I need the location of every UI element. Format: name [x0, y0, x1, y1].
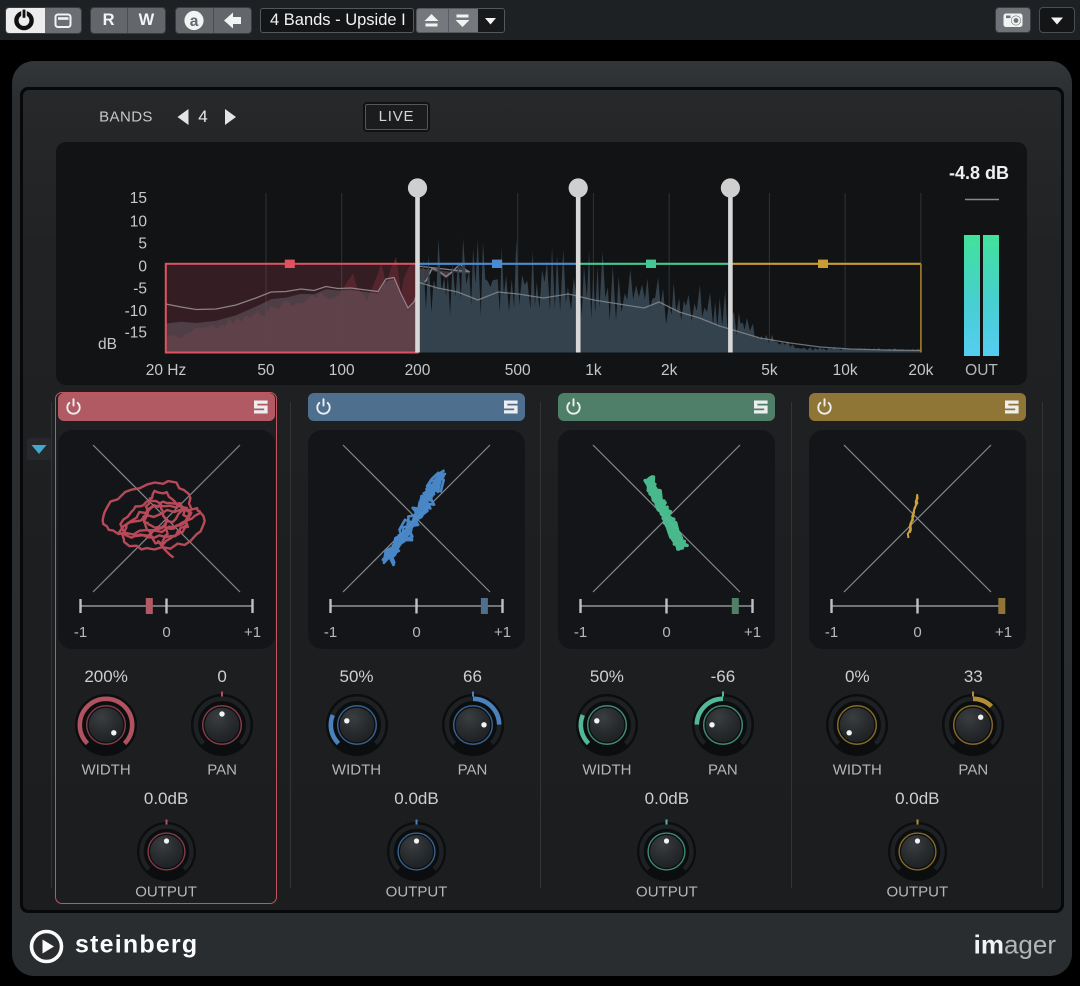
svg-text:-10: -10: [125, 303, 148, 320]
svg-text:-4.8 dB: -4.8 dB: [949, 163, 1009, 183]
svg-text:dB: dB: [98, 336, 117, 353]
svg-text:a: a: [190, 12, 199, 29]
svg-text:+1: +1: [744, 624, 761, 641]
svg-text:-1: -1: [324, 624, 337, 641]
svg-text:1k: 1k: [585, 362, 602, 379]
svg-text:+1: +1: [494, 624, 511, 641]
svg-text:20 Hz: 20 Hz: [146, 362, 187, 379]
svg-text:10k: 10k: [833, 362, 858, 379]
svg-text:10: 10: [130, 214, 148, 231]
svg-text:0: 0: [162, 624, 170, 641]
svg-text:+1: +1: [995, 624, 1012, 641]
svg-text:5: 5: [138, 236, 147, 253]
svg-text:15: 15: [130, 190, 147, 207]
svg-text:0: 0: [663, 624, 671, 641]
svg-text:-5: -5: [133, 281, 147, 298]
svg-text:500: 500: [505, 362, 531, 379]
svg-text:0: 0: [412, 624, 420, 641]
svg-text:+1: +1: [244, 624, 261, 641]
svg-text:0: 0: [138, 258, 147, 275]
svg-text:OUT: OUT: [965, 362, 998, 379]
svg-text:0: 0: [913, 624, 921, 641]
svg-text:5k: 5k: [761, 362, 778, 379]
svg-text:-1: -1: [73, 624, 86, 641]
svg-text:-1: -1: [825, 624, 838, 641]
svg-text:2k: 2k: [661, 362, 678, 379]
svg-text:50: 50: [257, 362, 275, 379]
svg-text:100: 100: [329, 362, 355, 379]
svg-text:-1: -1: [574, 624, 587, 641]
svg-text:200: 200: [405, 362, 431, 379]
svg-text:-15: -15: [125, 325, 147, 342]
svg-text:20k: 20k: [908, 362, 933, 379]
